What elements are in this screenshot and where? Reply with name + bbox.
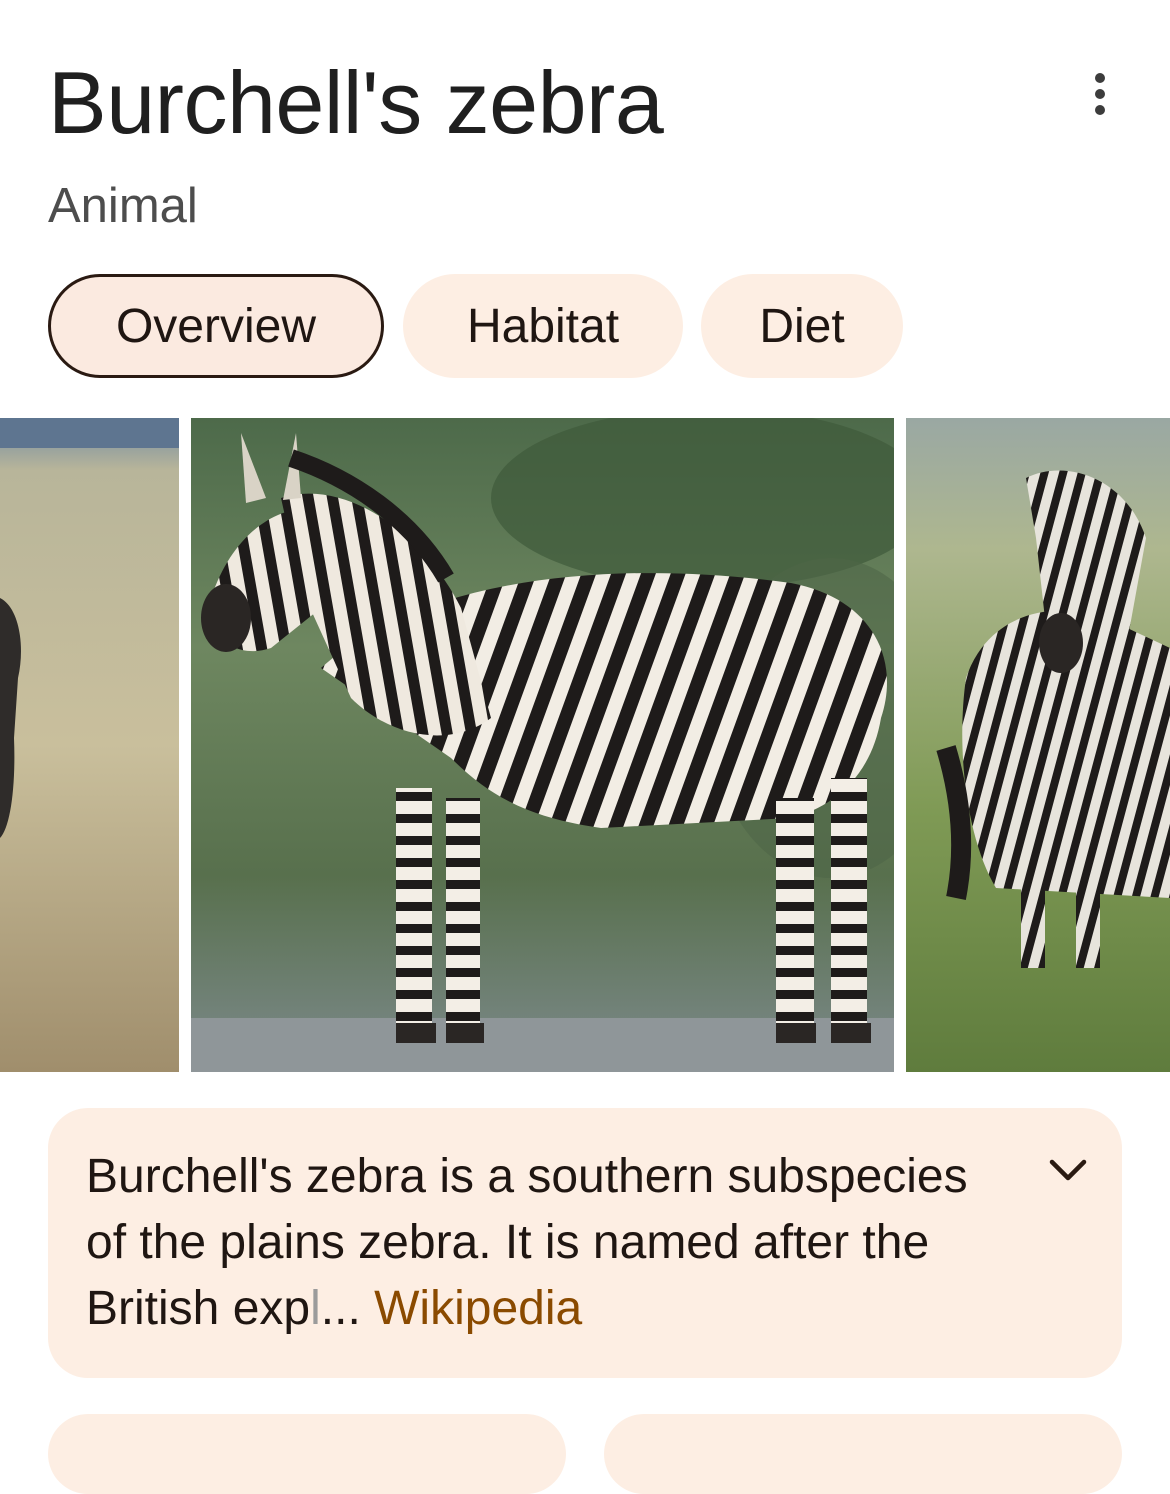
info-card[interactable] (48, 1414, 566, 1494)
description-card[interactable]: Burchell's zebra is a southern subspecie… (48, 1108, 1122, 1378)
source-link-wikipedia[interactable]: Wikipedia (374, 1282, 582, 1335)
more-options-button[interactable] (1070, 62, 1130, 126)
zebra-grassland-photo[interactable] (0, 418, 179, 1072)
tab-habitat[interactable]: Habitat (403, 274, 683, 378)
zebra-standing-photo[interactable] (191, 418, 894, 1072)
info-card[interactable] (604, 1414, 1122, 1494)
tab-overview[interactable]: Overview (48, 274, 384, 378)
description-ellipsis: ... (320, 1282, 361, 1335)
description-faded-text: l (310, 1282, 321, 1335)
image-gallery (0, 418, 1170, 1072)
page-title: Burchell's zebra (48, 53, 664, 152)
zebras-field-photo[interactable] (906, 418, 1170, 1072)
chevron-down-icon[interactable] (1044, 1146, 1092, 1194)
more-vert-icon (1095, 73, 1105, 83)
entity-type: Animal (48, 179, 198, 233)
more-vert-icon-dot (1095, 105, 1105, 115)
more-vert-icon-dot (1095, 89, 1105, 99)
description-text: Burchell's zebra is a southern subspecie… (86, 1144, 1012, 1342)
tab-diet[interactable]: Diet (701, 274, 903, 378)
